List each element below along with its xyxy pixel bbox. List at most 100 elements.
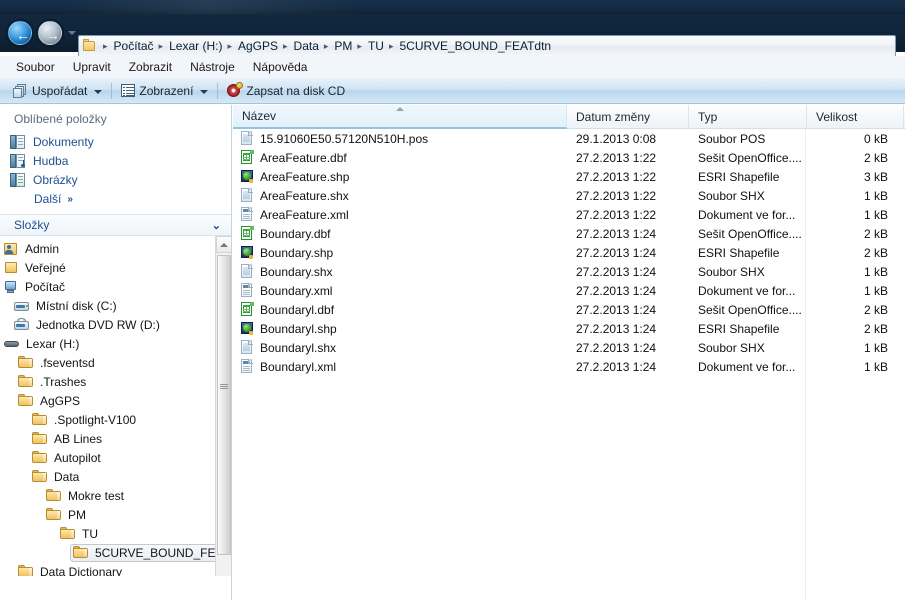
tree-item-pm[interactable]: PM — [0, 505, 231, 524]
tree-item-data[interactable]: Data — [0, 467, 231, 486]
tree-item-5curve-bound-featdtn[interactable]: 5CURVE_BOUND_FEATdtn — [0, 543, 231, 562]
breadcrumb-separator[interactable]: ▸ — [156, 41, 168, 52]
column-header-type[interactable]: Typ — [689, 105, 807, 129]
table-row[interactable]: AreaFeature.shx 27.2.2013 1:22 Soubor SH… — [233, 186, 905, 205]
breadcrumb-separator[interactable]: ▸ — [280, 41, 292, 52]
tree-item-verejne[interactable]: Veřejné — [0, 258, 231, 277]
tree-item-lexar-h[interactable]: Lexar (H:) — [0, 334, 231, 353]
scrollbar-thumb[interactable] — [217, 255, 231, 555]
menu-item-upravit[interactable]: Upravit — [64, 58, 120, 76]
table-row[interactable]: AreaFeature.dbf 27.2.2013 1:22 Sešit Ope… — [233, 148, 905, 167]
menu-item-soubor[interactable]: Soubor — [7, 58, 64, 76]
tree-item-mokre-test[interactable]: Mokre test — [0, 486, 231, 505]
table-row[interactable]: Boundary.shx 27.2.2013 1:24 Soubor SHX 1… — [233, 262, 905, 281]
file-name-cell[interactable]: Boundary.shp — [233, 245, 567, 260]
hard-disk-icon — [14, 299, 30, 313]
file-name-cell[interactable]: AreaFeature.dbf — [233, 150, 567, 165]
breadcrumb-item-data[interactable]: Data — [292, 39, 321, 53]
favorite-item-dokumenty[interactable]: Dokumenty — [0, 132, 231, 151]
menu-item-nastroje[interactable]: Nástroje — [181, 58, 244, 76]
tree-item-autopilot[interactable]: Autopilot — [0, 448, 231, 467]
tree-item-local-disk-c[interactable]: Místní disk (C:) — [0, 296, 231, 315]
file-name-cell[interactable]: AreaFeature.shx — [233, 188, 567, 203]
file-name: Boundaryl.xml — [260, 359, 337, 374]
file-name-cell[interactable]: Boundary.xml — [233, 283, 567, 298]
breadcrumb-item-current[interactable]: 5CURVE_BOUND_FEATdtn — [397, 39, 553, 53]
file-name-cell[interactable]: Boundaryl.shx — [233, 340, 567, 355]
column-header-date-modified[interactable]: Datum změny — [567, 105, 689, 129]
tree-item-label: Data — [54, 469, 80, 484]
table-row[interactable]: Boundaryl.dbf 27.2.2013 1:24 Sešit OpenO… — [233, 300, 905, 319]
file-name-cell[interactable]: 15.91060E50.57120N510H.pos — [233, 131, 567, 146]
column-header-label: Název — [242, 109, 277, 123]
tree-item-dvd-rw-d[interactable]: Jednotka DVD RW (D:) — [0, 315, 231, 334]
breadcrumb-item-aggps[interactable]: AgGPS — [236, 39, 280, 53]
breadcrumb-item-pocitac[interactable]: Počítač — [112, 39, 156, 53]
file-type-cell: Dokument ve for... — [698, 283, 796, 298]
tree-scrollbar[interactable] — [215, 236, 231, 576]
breadcrumb-item-tu[interactable]: TU — [366, 39, 386, 53]
file-name-cell[interactable]: AreaFeature.shp — [233, 169, 567, 184]
file-name-cell[interactable]: Boundary.shx — [233, 264, 567, 279]
xml-document-icon — [240, 207, 254, 222]
tree-item-spotlight-v100[interactable]: .Spotlight-V100 — [0, 410, 231, 429]
table-row[interactable]: AreaFeature.shp 27.2.2013 1:22 ESRI Shap… — [233, 167, 905, 186]
file-date-cell: 27.2.2013 1:24 — [576, 283, 657, 298]
table-row[interactable]: Boundary.dbf 27.2.2013 1:24 Sešit OpenOf… — [233, 224, 905, 243]
menu-item-napoveda[interactable]: Nápověda — [244, 58, 317, 76]
column-header-size[interactable]: Velikost — [807, 105, 904, 129]
table-row[interactable]: AreaFeature.xml 27.2.2013 1:22 Dokument … — [233, 205, 905, 224]
table-row[interactable]: Boundaryl.shp 27.2.2013 1:24 ESRI Shapef… — [233, 319, 905, 338]
tree-item-label: .Trashes — [40, 374, 87, 389]
file-type-cell: Sešit OpenOffice.... — [698, 150, 802, 165]
table-row[interactable]: Boundaryl.xml 27.2.2013 1:24 Dokument ve… — [233, 357, 905, 376]
table-row[interactable]: Boundary.shp 27.2.2013 1:24 ESRI Shapefi… — [233, 243, 905, 262]
tree-item-fseventsd[interactable]: .fseventsd — [0, 353, 231, 372]
tree-item-tu[interactable]: TU — [0, 524, 231, 543]
scroll-up-button[interactable] — [216, 236, 231, 253]
menu-item-zobrazit[interactable]: Zobrazit — [120, 58, 181, 76]
breadcrumb-separator[interactable]: ▸ — [321, 41, 333, 52]
column-header-name[interactable]: Název — [233, 105, 567, 129]
organize-button[interactable]: Uspořádat — [7, 80, 108, 102]
tree-item-aggps[interactable]: AgGPS — [0, 391, 231, 410]
views-button[interactable]: Zobrazení — [115, 80, 214, 102]
folders-section-title: Složky — [14, 218, 50, 232]
breadcrumb-separator[interactable]: ▸ — [386, 41, 398, 52]
tree-item-trashes[interactable]: .Trashes — [0, 372, 231, 391]
table-row[interactable]: 15.91060E50.57120N510H.pos 29.1.2013 0:0… — [233, 129, 905, 148]
toolbar-separator — [111, 82, 113, 99]
breadcrumb-item-lexar[interactable]: Lexar (H:) — [167, 39, 224, 53]
breadcrumb-item-pm[interactable]: PM — [332, 39, 354, 53]
back-button[interactable]: ← — [6, 19, 34, 47]
file-name-cell[interactable]: Boundaryl.dbf — [233, 302, 567, 317]
favorite-item-hudba[interactable]: Hudba — [0, 151, 231, 170]
table-row[interactable]: Boundaryl.shx 27.2.2013 1:24 Soubor SHX … — [233, 338, 905, 357]
breadcrumb-separator[interactable]: ▸ — [354, 41, 366, 52]
tree-item-admin[interactable]: Admin — [0, 239, 231, 258]
address-bar[interactable]: ▸ Počítač ▸ Lexar (H:) ▸ AgGPS ▸ Data ▸ … — [78, 35, 896, 57]
tree-item-label: Data Dictionary — [40, 564, 123, 577]
recent-locations-chevron-down-icon[interactable] — [68, 31, 76, 35]
forward-button[interactable]: → — [36, 19, 64, 47]
favorites-more-button[interactable]: Další » — [0, 189, 231, 209]
breadcrumb-separator[interactable]: ▸ — [100, 41, 112, 52]
folder-icon — [32, 451, 48, 464]
file-name-cell[interactable]: AreaFeature.xml — [233, 207, 567, 222]
table-row[interactable]: Boundary.xml 27.2.2013 1:24 Dokument ve … — [233, 281, 905, 300]
tree-item-data-dictionary[interactable]: Data Dictionary — [0, 562, 231, 576]
favorite-item-obrazky[interactable]: Obrázky — [0, 170, 231, 189]
title-bar — [0, 0, 905, 14]
file-name-cell[interactable]: Boundaryl.shp — [233, 321, 567, 336]
burn-cd-button[interactable]: Zapsat na disk CD — [221, 80, 351, 102]
file-name-cell[interactable]: Boundaryl.xml — [233, 359, 567, 374]
file-size-cell: 1 kB — [863, 340, 888, 355]
dvd-drive-icon — [14, 317, 30, 332]
folder-icon — [32, 470, 48, 483]
breadcrumb-separator[interactable]: ▸ — [224, 41, 236, 52]
tree-item-ab-lines[interactable]: AB Lines — [0, 429, 231, 448]
tree-item-pocitac[interactable]: Počítač — [0, 277, 231, 296]
file-name-cell[interactable]: Boundary.dbf — [233, 226, 567, 241]
folders-section-header[interactable]: Složky ⌄ — [0, 214, 231, 236]
chevron-down-icon[interactable]: ⌄ — [212, 219, 221, 232]
